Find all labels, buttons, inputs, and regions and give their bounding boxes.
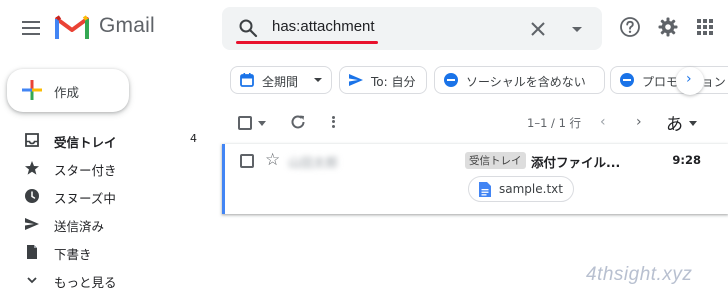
chip-exclude-social[interactable]: ソーシャルを含めない (434, 66, 605, 94)
inbox-icon (25, 133, 39, 147)
calendar-icon (240, 73, 254, 87)
sidebar-item-label: スター付き (54, 163, 117, 178)
gmail-logo-icon[interactable] (55, 13, 89, 41)
clock-icon (25, 189, 39, 203)
attachment-filename: sample.txt (499, 182, 563, 196)
star-icon (25, 161, 39, 175)
sidebar-item-label: スヌーズ中 (54, 191, 116, 206)
older-page-chevron-icon[interactable]: ‹ (600, 114, 606, 130)
document-icon (479, 182, 491, 197)
sidebar-item-drafts[interactable]: 下書き (0, 238, 215, 266)
chip-to-me[interactable]: To: 自分 (339, 66, 427, 94)
inbox-label-badge[interactable]: 受信トレイ (465, 152, 526, 169)
sidebar-item-more[interactable]: もっと見る (0, 266, 215, 294)
email-subject: 添付ファイル... (531, 155, 621, 170)
star-toggle-icon[interactable]: ☆ (265, 150, 280, 170)
sidebar-item-label: 下書き (54, 247, 92, 262)
email-select-checkbox[interactable] (240, 154, 254, 168)
sidebar-item-snoozed[interactable]: スヌーズ中 (0, 182, 215, 210)
chips-overflow-clip: プロモーション (610, 60, 728, 100)
chip-date-range[interactable]: 全期間 (230, 66, 332, 94)
site-watermark: 4thsight.xyz (586, 264, 693, 285)
chip-exclude-promotions[interactable]: プロモーション (610, 66, 728, 94)
chips-scroll-next-button[interactable]: › (676, 67, 704, 95)
input-mode-button[interactable]: あ (666, 110, 683, 135)
email-time: 9:28 (672, 153, 701, 167)
inbox-unread-count: 4 (190, 132, 197, 145)
chevron-down-icon (27, 277, 37, 284)
app-name: Gmail (99, 14, 155, 37)
search-icon[interactable] (238, 18, 258, 38)
search-options-caret-icon[interactable] (568, 20, 586, 38)
compose-plus-icon (22, 80, 42, 100)
send-icon (25, 218, 39, 230)
chip-label: 全期間 (262, 75, 299, 89)
newer-page-chevron-icon[interactable]: › (636, 114, 642, 130)
draft-icon (27, 245, 37, 259)
settings-gear-icon[interactable] (657, 16, 679, 38)
pagination-range: 1–1 / 1 行 (527, 116, 582, 130)
chip-label: ソーシャルを含めない (466, 75, 586, 89)
help-icon[interactable] (619, 16, 641, 38)
input-mode-caret-icon[interactable] (689, 121, 697, 126)
main-menu-button[interactable] (18, 17, 44, 39)
clear-search-icon[interactable] (527, 18, 549, 40)
dropdown-caret-icon (314, 78, 322, 82)
apps-grid-icon[interactable] (694, 16, 716, 38)
chevron-right-icon: › (686, 71, 692, 87)
sidebar-item-starred[interactable]: スター付き (0, 154, 215, 182)
send-icon (349, 74, 363, 86)
sidebar-item-sent[interactable]: 送信済み (0, 210, 215, 238)
select-all-checkbox[interactable] (238, 116, 252, 130)
sidebar-item-inbox[interactable]: 受信トレイ 4 (0, 126, 215, 154)
email-row[interactable]: ☆ 山田太郎 受信トレイ 添付ファイル... 9:28 sample.txt (222, 144, 728, 214)
email-sender: 山田太郎 (288, 155, 339, 170)
chip-label: To: 自分 (371, 75, 416, 89)
query-highlight-underline (236, 41, 378, 44)
compose-button[interactable]: 作成 (7, 69, 129, 112)
select-options-caret-icon[interactable] (258, 121, 266, 126)
minus-circle-icon (620, 73, 634, 87)
attachment-chip[interactable]: sample.txt (468, 176, 574, 202)
sidebar-item-label: もっと見る (54, 275, 117, 290)
search-bar[interactable]: has:attachment (222, 7, 602, 50)
minus-circle-icon (444, 73, 458, 87)
sidebar-item-label: 送信済み (54, 219, 105, 234)
compose-label: 作成 (54, 85, 80, 100)
search-input[interactable]: has:attachment (272, 18, 375, 35)
more-options-icon[interactable] (330, 114, 336, 132)
sidebar-item-label: 受信トレイ (54, 135, 117, 150)
refresh-icon[interactable] (289, 113, 307, 131)
